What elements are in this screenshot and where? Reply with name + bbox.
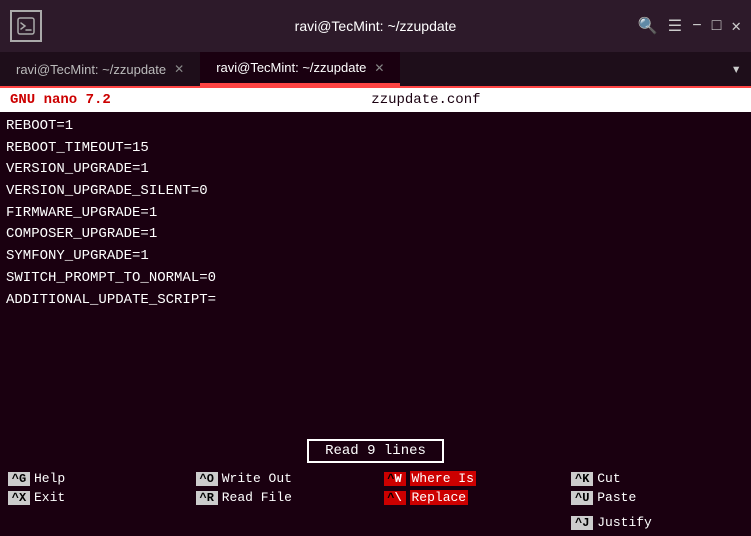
shortcut-label-whereis: Where Is — [410, 471, 476, 486]
shortcut-whereis[interactable]: ^W Where Is — [376, 469, 564, 488]
tab-dropdown[interactable]: ▾ — [721, 52, 751, 86]
maximize-button[interactable]: □ — [712, 17, 722, 35]
shortcut-label-readfile: Read File — [222, 490, 292, 505]
window-title: ravi@TecMint: ~/zzupdate — [295, 18, 457, 34]
filename-label: zzupdate.conf — [111, 92, 741, 108]
window-controls: 🔍 ☰ − □ ✕ — [638, 16, 741, 36]
shortcut-label-cut: Cut — [597, 471, 620, 486]
shortcut-help[interactable]: ^G Help — [0, 469, 188, 488]
editor-empty-space — [0, 412, 751, 435]
shortcut-key-help: ^G — [8, 472, 30, 486]
shortcut-key-exit: ^X — [8, 491, 30, 505]
shortcut-label-paste: Paste — [597, 490, 636, 505]
line-9: ADDITIONAL_UPDATE_SCRIPT= — [6, 290, 745, 312]
shortcut-exit[interactable]: ^X Exit — [0, 488, 188, 507]
main-container: GNU nano 7.2 zzupdate.conf REBOOT=1 REBO… — [0, 88, 751, 536]
close-button[interactable]: ✕ — [731, 16, 741, 36]
read-lines-box: Read 9 lines — [307, 439, 444, 463]
tabbar: ravi@TecMint: ~/zzupdate ✕ ravi@TecMint:… — [0, 52, 751, 88]
shortcut-replace[interactable]: ^\ Replace — [376, 488, 564, 507]
shortcut-key-cut: ^K — [571, 472, 593, 486]
shortcut-label-writeout: Write Out — [222, 471, 292, 486]
line-2: REBOOT_TIMEOUT=15 — [6, 138, 745, 160]
minimize-button[interactable]: − — [692, 17, 702, 35]
terminal-icon — [10, 10, 42, 42]
shortcut-paste[interactable]: ^U Paste — [563, 488, 751, 507]
editor-content[interactable]: REBOOT=1 REBOOT_TIMEOUT=15 VERSION_UPGRA… — [0, 112, 751, 412]
shortcut-key-readfile: ^R — [196, 491, 218, 505]
line-1: REBOOT=1 — [6, 116, 745, 138]
shortcut-readfile[interactable]: ^R Read File — [188, 488, 376, 507]
shortcut-key-writeout: ^O — [196, 472, 218, 486]
line-5: FIRMWARE_UPGRADE=1 — [6, 203, 745, 225]
shortcut-placeholder — [376, 513, 564, 532]
shortcut-label-justify: Justify — [597, 515, 652, 530]
shortcut-justify[interactable]: ^J Justify — [563, 513, 751, 532]
tab-1[interactable]: ravi@TecMint: ~/zzupdate ✕ — [0, 52, 200, 86]
shortcut-label-help: Help — [34, 471, 65, 486]
menu-icon[interactable]: ☰ — [668, 16, 682, 36]
status-area: Read 9 lines — [0, 435, 751, 467]
shortcuts-bar: ^G Help ^O Write Out ^W Where Is ^K Cut … — [0, 467, 751, 511]
titlebar: ravi@TecMint: ~/zzupdate 🔍 ☰ − □ ✕ — [0, 0, 751, 52]
shortcut-writeout[interactable]: ^O Write Out — [188, 469, 376, 488]
shortcut-key-justify: ^J — [571, 516, 593, 530]
tab-2-close[interactable]: ✕ — [374, 61, 384, 75]
gnu-nano-label: GNU nano 7.2 — [10, 92, 111, 108]
shortcut-key-paste: ^U — [571, 491, 593, 505]
line-6: COMPOSER_UPGRADE=1 — [6, 224, 745, 246]
shortcut-key-whereis: ^W — [384, 472, 406, 486]
shortcut-label-exit: Exit — [34, 490, 65, 505]
tab-1-label: ravi@TecMint: ~/zzupdate — [16, 62, 166, 77]
tab-1-close[interactable]: ✕ — [174, 62, 184, 76]
shortcut-execute2[interactable] — [188, 513, 376, 532]
shortcut-execute[interactable] — [0, 513, 188, 532]
shortcut-label-replace: Replace — [410, 490, 469, 505]
line-4: VERSION_UPGRADE_SILENT=0 — [6, 181, 745, 203]
shortcut-key-replace: ^\ — [384, 491, 406, 505]
titlebar-left — [10, 10, 42, 42]
shortcuts-bar-extra: ^J Justify — [0, 511, 751, 536]
line-7: SYMFONY_UPGRADE=1 — [6, 246, 745, 268]
search-icon[interactable]: 🔍 — [638, 16, 658, 36]
line-8: SWITCH_PROMPT_TO_NORMAL=0 — [6, 268, 745, 290]
shortcut-cut[interactable]: ^K Cut — [563, 469, 751, 488]
tab-2-label: ravi@TecMint: ~/zzupdate — [216, 60, 366, 75]
line-3: VERSION_UPGRADE=1 — [6, 159, 745, 181]
nano-header: GNU nano 7.2 zzupdate.conf — [0, 88, 751, 112]
tab-2[interactable]: ravi@TecMint: ~/zzupdate ✕ — [200, 52, 400, 86]
